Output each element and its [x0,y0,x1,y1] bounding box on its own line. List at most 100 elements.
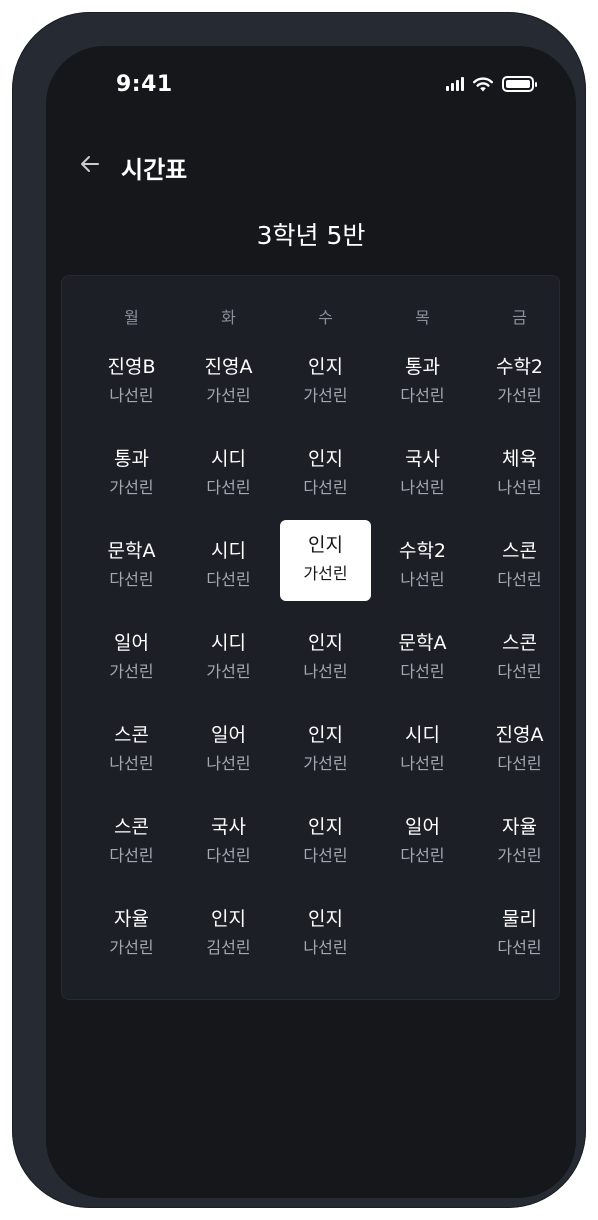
timetable-cell[interactable]: 인지다선린 [303,420,347,512]
timetable-cell[interactable]: 시디 나선린 [400,696,444,788]
subject-label: 문학A [107,540,156,562]
subject-label: 인지 [308,632,343,654]
battery-icon [502,76,537,92]
timetable-cell[interactable]: 시디다선린 [206,512,250,604]
subject-label: 스콘 [502,540,537,562]
subject-label: 수학2 [398,540,447,562]
subject-label: 자율 [502,816,537,838]
subject-label: 시디 [211,632,246,654]
teacher-label: 가선린 [303,564,348,583]
subject-label: 스콘 [502,632,537,654]
teacher-label: 다선린 [303,846,348,865]
teacher-label: 다선린 [497,938,542,957]
subject-label: 통과 [114,448,149,470]
day-header: 화 [221,308,236,327]
timetable-cell[interactable]: 문학A 다선린 [399,604,447,696]
teacher-label: 다선린 [497,570,542,589]
subject-label: 체육 [502,448,537,470]
timetable-cell[interactable]: 스콘다선린 [497,512,541,604]
timetable-cell[interactable]: 시디가선린 [206,604,250,696]
day-header: 월 [124,308,139,327]
timetable-cell[interactable]: 수학2 가선린 [496,328,543,420]
teacher-label: 다선린 [303,478,348,497]
wifi-icon [473,77,493,92]
subject-label: 진영B [107,356,156,378]
timetable-cell[interactable]: 체육나선린 [497,420,541,512]
class-title: 3학년 5반 [256,221,366,250]
back-button[interactable] [70,144,110,184]
timetable-cell[interactable]: 스콘다선린 [109,788,153,880]
teacher-label: 다선린 [400,386,445,405]
timetable-cell[interactable]: 진영A 다선린 [496,696,544,788]
timetable-cell[interactable]: 일어 다선린 [400,788,444,880]
subject-label: 일어 [114,632,149,654]
teacher-label: 나선린 [109,754,154,773]
teacher-label: 나선린 [303,938,348,957]
phone-frame: 9:41 시간표 3학년 5반 월 화 수 목 금 진영B 나선린 진영A 가선… [12,12,586,1208]
status-time: 9:41 [116,72,173,97]
teacher-label: 가선린 [206,662,251,681]
day-header-row: 월화수목금 [83,304,567,328]
teacher-label: 나선린 [400,570,445,589]
subject-label: 일어 [211,724,246,746]
timetable-cell[interactable]: 일어 가선린 [109,604,153,696]
timetable-cell[interactable]: 문학A 다선린 [108,512,156,604]
timetable-cell-selected[interactable]: 인지 가선린 [280,520,371,601]
teacher-label: 다선린 [206,846,251,865]
timetable-cell[interactable]: 스콘다선린 [497,604,541,696]
subject-label: 인지 [308,816,343,838]
teacher-label: 다선린 [400,662,445,681]
teacher-label: 나선린 [400,478,445,497]
timetable-cell[interactable]: 진영A 가선린 [205,328,253,420]
timetable-cell[interactable]: 자율 가선린 [497,788,541,880]
subject-label: 통과 [405,356,440,378]
teacher-label: 나선린 [303,662,348,681]
teacher-label: 다선린 [109,846,154,865]
timetable-cell[interactable]: 시디 다선린 [206,420,250,512]
timetable-cell[interactable]: 인지나선린 [303,604,347,696]
timetable-cell[interactable]: 자율 가선린 [109,880,153,972]
teacher-label: 가선린 [206,386,251,405]
timetable-card: 월화수목금 진영B 나선린 진영A 가선린 인지 가선린 통과 다선린 수학2 가선린 통과 가선린 시… [61,275,560,1000]
timetable-cell[interactable]: 인지가선린 [303,328,347,420]
subject-label: 인지 [308,908,343,930]
subject-label: 자율 [114,908,149,930]
subject-label: 인지 [308,724,343,746]
timetable-cell[interactable]: 스콘 나선린 [109,696,153,788]
timetable-cell[interactable]: 수학2 나선린 [399,512,446,604]
subject-label: 문학A [398,632,447,654]
timetable-cell[interactable]: 국사나선린 [400,420,444,512]
teacher-label: 다선린 [400,846,445,865]
timetable-cell[interactable]: 인지나선린 [303,880,347,972]
status-bar: 9:41 [46,46,576,126]
screen: 9:41 시간표 3학년 5반 월 화 수 목 금 진영B 나선린 진영A 가선… [46,46,576,1198]
subject-label: 시디 [211,540,246,562]
subject-label: 진영A [204,356,253,378]
timetable-cell[interactable]: 인지다선린 [303,788,347,880]
teacher-label: 가선린 [303,386,348,405]
timetable-cell[interactable]: 통과다선린 [400,328,444,420]
timetable-cell[interactable]: 진영B 나선린 [108,328,156,420]
teacher-label: 다선린 [497,662,542,681]
subject-label: 국사 [211,816,246,838]
day-header: 금 [512,308,527,327]
subject-label: 국사 [405,448,440,470]
timetable-cell[interactable]: 통과 가선린 [109,420,153,512]
day-header: 목 [415,308,430,327]
timetable-cell[interactable]: 인지 가선린 [303,696,347,788]
teacher-label: 다선린 [206,570,251,589]
cellular-signal-icon [446,77,464,91]
teacher-label: 나선린 [206,754,251,773]
subject-label: 스콘 [114,816,149,838]
teacher-label: 나선린 [497,478,542,497]
subject-label: 인지 [308,356,343,378]
timetable-cell[interactable]: 일어나선린 [206,696,250,788]
arrow-left-icon [81,156,99,172]
timetable-cell[interactable]: 물리 다선린 [497,880,541,972]
subject-label: 수학2 [495,356,544,378]
subject-label: 진영A [495,724,544,746]
subject-label: 인지 [308,448,343,470]
timetable-cell[interactable]: 국사다선린 [206,788,250,880]
timetable-cell[interactable]: 인지 김선린 [206,880,250,972]
teacher-label: 다선린 [206,478,251,497]
